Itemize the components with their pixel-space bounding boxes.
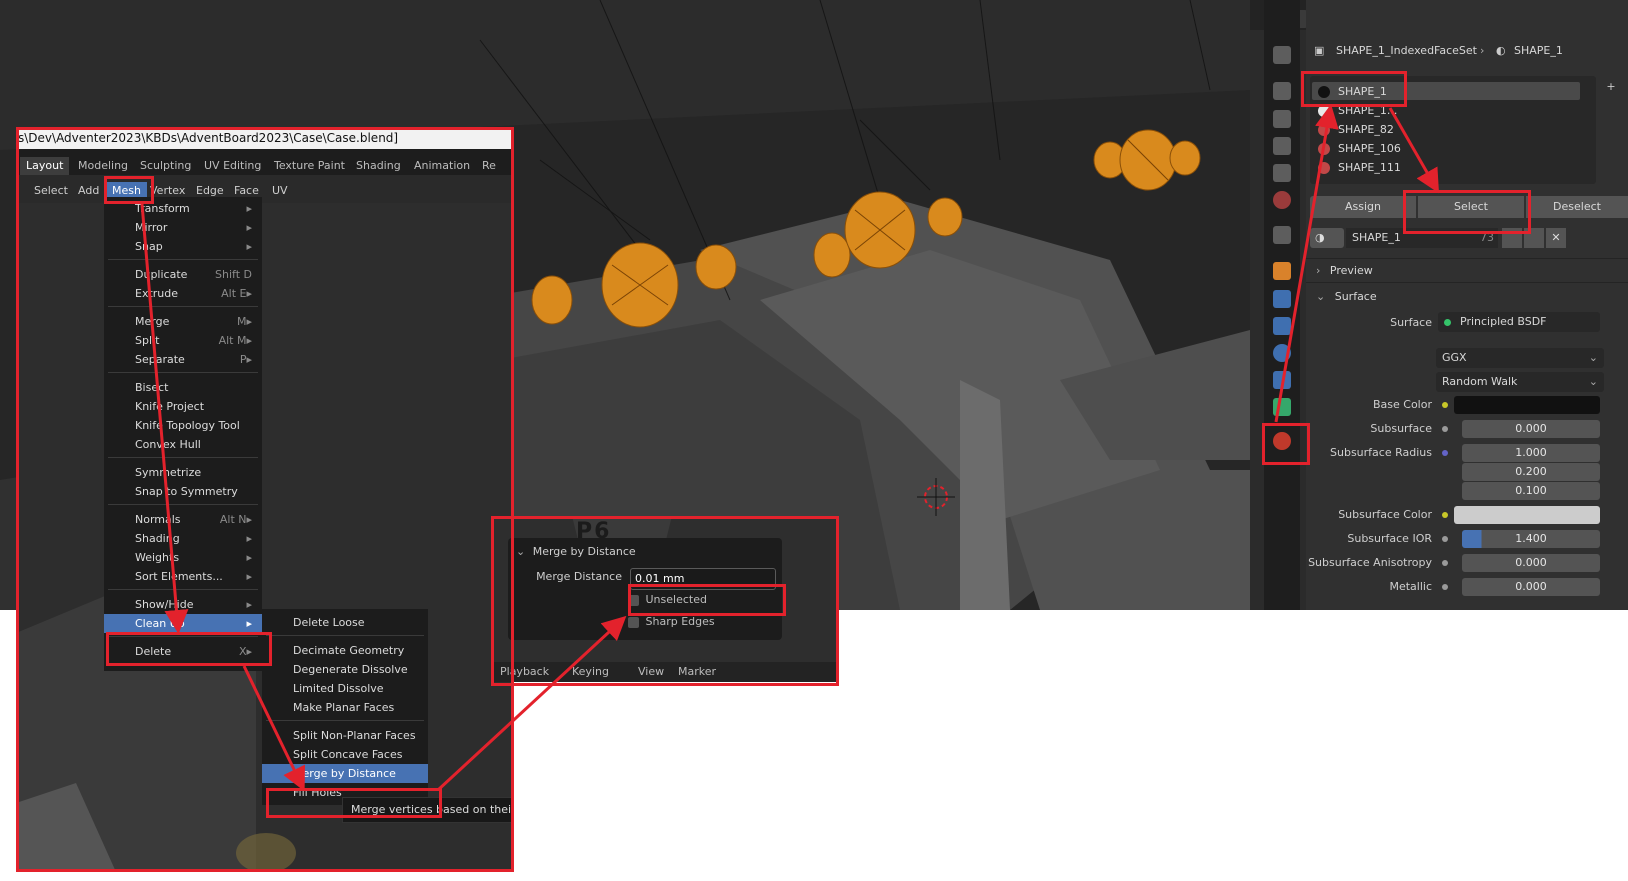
annotation-arrows [140,104,1439,792]
